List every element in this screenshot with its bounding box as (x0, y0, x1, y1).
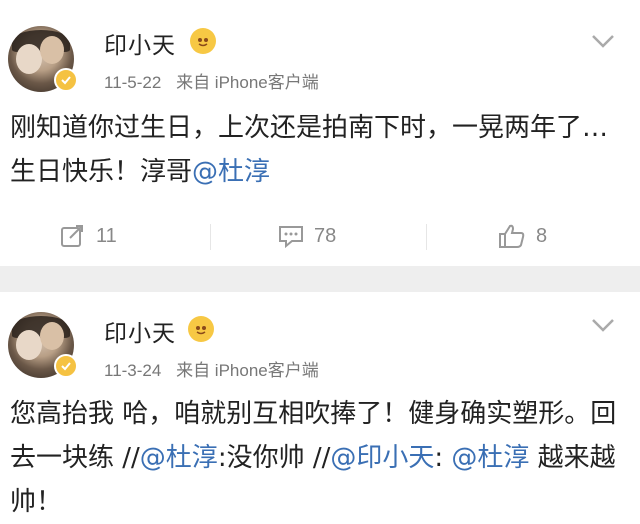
username[interactable]: 印小天 (104, 314, 176, 348)
mention-link[interactable]: @杜淳 (140, 443, 218, 473)
mention-link[interactable]: @杜淳 (192, 157, 270, 187)
post-date: 11-5-22 (104, 73, 162, 92)
chevron-down-icon[interactable] (590, 316, 616, 334)
verified-icon (54, 354, 78, 378)
post-meta: 11-3-24 来自 iPhone客户端 (104, 356, 319, 381)
username[interactable]: 印小天 (104, 26, 176, 60)
mention-link[interactable]: @印小天 (330, 443, 434, 473)
post-meta: 11-5-22 来自 iPhone客户端 (104, 68, 319, 93)
repost-button[interactable]: 11 (60, 212, 117, 260)
post-text: : (434, 443, 452, 473)
weibo-post-2: 印小天 11-3-24 来自 iPhone客户端 您高抬我 哈，咱就别互相吹捧了… (0, 292, 640, 524)
comment-icon (279, 226, 303, 248)
repost-count: 11 (96, 224, 117, 247)
post-date: 11-3-24 (104, 361, 162, 380)
comment-button[interactable]: 78 (278, 212, 336, 260)
repost-icon (61, 225, 83, 247)
mention-link[interactable]: @杜淳 (451, 443, 529, 473)
like-count: 8 (536, 224, 548, 247)
chevron-down-icon[interactable] (590, 32, 616, 50)
post-source: 来自 iPhone客户端 (176, 361, 319, 380)
post-source: 来自 iPhone客户端 (176, 73, 319, 92)
weibo-post-1: 印小天 11-5-22 来自 iPhone客户端 刚知道你过生日，上次还是拍南下… (0, 0, 640, 266)
like-icon (499, 224, 525, 248)
post-text: 刚知道你过生日，上次还是拍南下时，一晃两年了…生日快乐！淳哥 (10, 113, 609, 187)
comment-count: 78 (314, 224, 337, 247)
action-bar: 11 78 8 (0, 212, 640, 260)
post-content: 您高抬我 哈，咱就别互相吹捧了！健身确实塑形。回去一块练 //@杜淳:没你帅 /… (10, 392, 620, 524)
vip-emoji-icon (190, 28, 216, 54)
vip-emoji-icon (188, 316, 214, 342)
post-text: :没你帅 // (217, 443, 331, 473)
like-button[interactable]: 8 (498, 212, 547, 260)
post-content: 刚知道你过生日，上次还是拍南下时，一晃两年了…生日快乐！淳哥@杜淳 (10, 106, 620, 194)
verified-icon (54, 68, 78, 92)
post-separator (0, 266, 640, 292)
